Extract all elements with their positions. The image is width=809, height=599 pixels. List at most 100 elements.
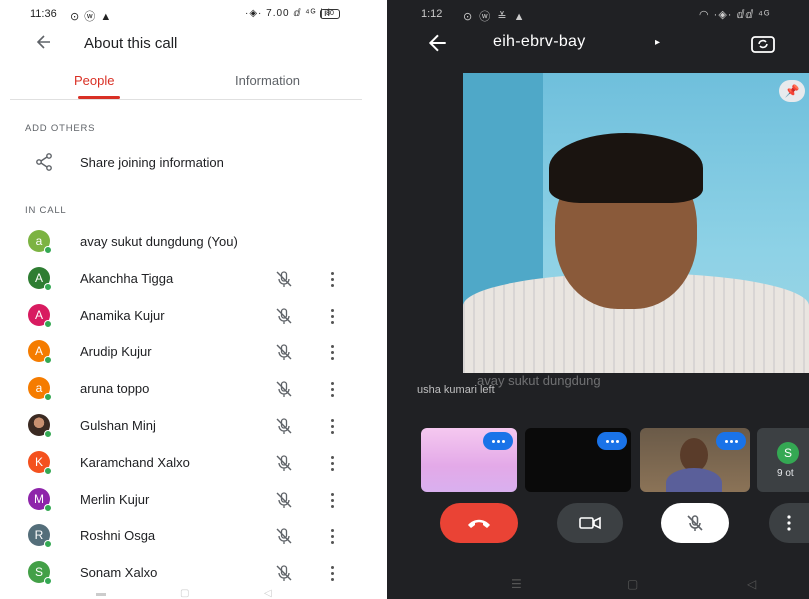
share-joining-info-button[interactable]: Share joining information	[0, 147, 372, 177]
tab-people[interactable]: People	[74, 73, 114, 88]
page-title: About this call	[84, 35, 178, 52]
arrow-back-icon[interactable]	[34, 32, 56, 54]
avatar: A	[28, 303, 52, 328]
end-call-button[interactable]	[440, 503, 518, 543]
participant-row[interactable]: a aruna toppo	[0, 371, 372, 407]
status-bar: 11:36 ⊙ ⓦ ▲ ·◈· 7.00 ⅆ ⁴ᴳ |ıl 80	[0, 0, 372, 28]
participant-name: Roshni Osga	[80, 528, 156, 544]
participant-row[interactable]: R Roshni Osga	[0, 518, 372, 554]
online-status-dot	[44, 282, 52, 291]
more-vert-icon[interactable]	[324, 563, 340, 583]
more-vert-icon[interactable]	[324, 342, 340, 362]
online-status-dot	[44, 319, 52, 328]
switch-camera-icon[interactable]	[749, 32, 777, 56]
avatar: A	[28, 266, 52, 291]
more-vert-icon[interactable]	[324, 490, 340, 510]
participant-row[interactable]: a avay sukut dungdung (You)	[0, 224, 372, 260]
participant-row[interactable]: A Arudip Kujur	[0, 334, 372, 370]
mic-toggle-button[interactable]	[661, 503, 729, 543]
online-status-dot	[44, 246, 52, 254]
tab-information[interactable]: Information	[235, 73, 300, 88]
speaking-indicator-icon	[483, 432, 513, 450]
about-call-screen: 11:36 ⊙ ⓦ ▲ ·◈· 7.00 ⅆ ⁴ᴳ |ıl 80 About t…	[0, 0, 372, 599]
active-tab-indicator	[78, 96, 120, 99]
online-status-dot	[44, 430, 52, 438]
main-video[interactable]	[463, 73, 809, 373]
main-video-name: avay sukut dungdung	[477, 373, 601, 388]
avatar	[28, 414, 52, 438]
status-bar: 1:12 ⊙ ⓦ ≚ ▲ ◠ ·◈· ⅆⅆ ⁴ᴳ	[387, 0, 809, 28]
system-nav-bar: ☰ ▢ ◁	[387, 571, 809, 599]
section-add-others: ADD OTHERS	[25, 123, 96, 134]
mic-off-icon[interactable]	[274, 269, 294, 289]
participant-name: Sonam Xalxo	[80, 565, 158, 581]
section-in-call: IN CALL	[25, 205, 67, 216]
camera-toggle-button[interactable]	[557, 503, 623, 543]
status-network-icons: ·◈· 7.00 ⅆ ⁴ᴳ |ıl	[245, 8, 331, 19]
participant-tile[interactable]	[421, 428, 517, 492]
participant-name: Gulshan Minj	[80, 418, 156, 433]
app-bar: About this call	[0, 28, 372, 60]
participant-tile[interactable]	[525, 428, 631, 492]
status-time: 11:36	[30, 8, 57, 20]
nav-menu-icon[interactable]: ☰	[511, 577, 522, 591]
call-screen: 1:12 ⊙ ⓦ ≚ ▲ ◠ ·◈· ⅆⅆ ⁴ᴳ eih-ebrv-bay ▸ …	[387, 0, 809, 599]
mic-off-icon[interactable]	[274, 342, 294, 362]
speaking-indicator-icon	[716, 432, 746, 450]
nav-menu-icon[interactable]: ▬	[96, 588, 106, 599]
nav-home-icon[interactable]: ▢	[627, 577, 638, 591]
more-vert-icon	[787, 515, 791, 531]
meeting-code[interactable]: eih-ebrv-bay	[493, 33, 586, 51]
mic-off-icon[interactable]	[274, 490, 294, 510]
nav-back-icon[interactable]: ◁	[747, 577, 756, 591]
mic-off-icon[interactable]	[274, 526, 294, 546]
avatar: a	[28, 377, 52, 402]
nav-back-icon[interactable]: ◁	[264, 588, 272, 599]
status-network-icons: ◠ ·◈· ⅆⅆ ⁴ᴳ	[699, 9, 771, 21]
participant-row[interactable]: A Akanchha Tigga	[0, 261, 372, 297]
participant-row[interactable]: K Karamchand Xalxo	[0, 445, 372, 481]
online-status-dot	[44, 577, 52, 586]
online-status-dot	[44, 503, 52, 512]
overflow-participants-tile[interactable]: S 9 ot	[757, 428, 809, 492]
video-person-hair	[549, 133, 703, 203]
mic-off-icon[interactable]	[274, 453, 294, 473]
status-notification-icons: ⊙ ⓦ ≚ ▲	[463, 11, 527, 23]
battery-icon: 80	[320, 9, 340, 19]
system-nav-bar: ▬ ▢ ◁	[0, 585, 372, 599]
arrow-back-icon[interactable]	[427, 32, 449, 54]
more-options-button[interactable]	[769, 503, 809, 543]
participant-name: Merlin Kujur	[80, 491, 150, 507]
share-label: Share joining information	[80, 155, 224, 170]
mic-off-icon[interactable]	[274, 379, 294, 399]
participant-tile[interactable]	[640, 428, 750, 492]
avatar: a	[28, 230, 52, 254]
avatar: S	[28, 561, 52, 586]
nav-home-icon[interactable]: ▢	[180, 588, 189, 599]
tab-bar: People Information	[10, 66, 362, 100]
online-status-dot	[44, 540, 52, 549]
participant-row[interactable]: A Anamika Kujur	[0, 298, 372, 334]
more-vert-icon[interactable]	[324, 269, 340, 289]
more-vert-icon[interactable]	[324, 416, 340, 436]
tile-person-face	[680, 438, 708, 472]
chevron-right-icon[interactable]: ▸	[655, 37, 660, 48]
avatar: A	[28, 340, 52, 365]
mic-off-icon[interactable]	[274, 416, 294, 436]
online-status-dot	[44, 466, 52, 475]
more-vert-icon[interactable]	[324, 379, 340, 399]
online-status-dot	[44, 393, 52, 402]
more-vert-icon[interactable]	[324, 306, 340, 326]
mic-off-icon[interactable]	[274, 563, 294, 583]
participant-row[interactable]: Gulshan Minj	[0, 408, 372, 444]
participant-name: avay sukut dungdung (You)	[80, 234, 238, 249]
speaking-indicator-icon	[597, 432, 627, 450]
more-vert-icon[interactable]	[324, 526, 340, 546]
pin-icon[interactable]: 📌	[779, 80, 805, 102]
call-top-bar: eih-ebrv-bay ▸	[387, 28, 809, 62]
online-status-dot	[44, 356, 52, 365]
participant-left-toast: usha kumari left	[417, 384, 495, 396]
mic-off-icon[interactable]	[274, 306, 294, 326]
participant-row[interactable]: M Merlin Kujur	[0, 482, 372, 518]
more-vert-icon[interactable]	[324, 453, 340, 473]
